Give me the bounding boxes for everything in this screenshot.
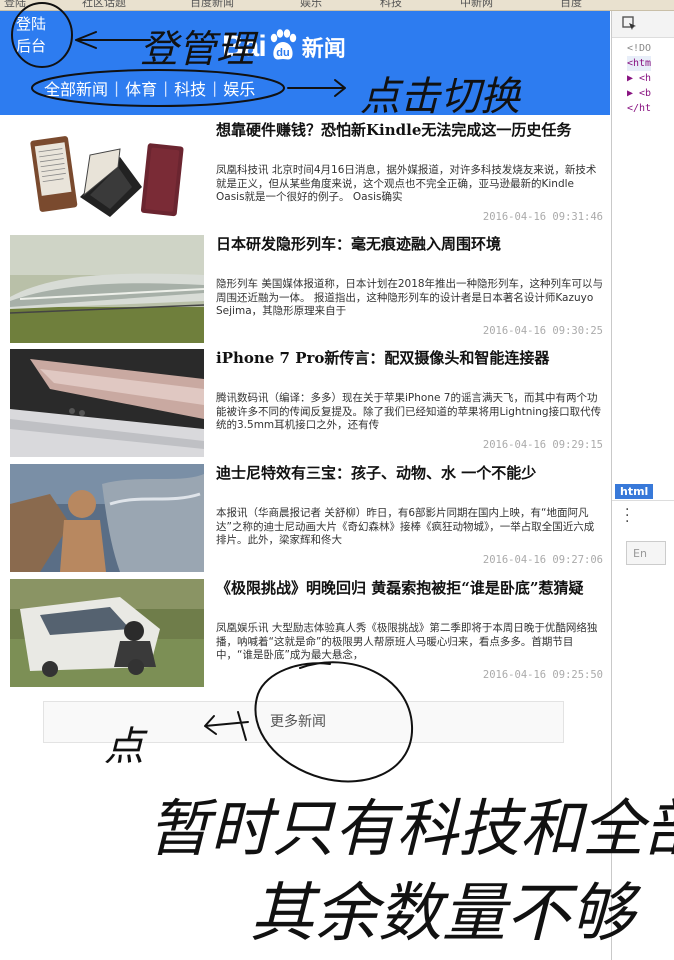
news-thumbnail-train[interactable]: [10, 235, 204, 343]
news-item[interactable]: 《极限挑战》明晚回归 黄磊索抱被拒“谁是卧底”惹猜疑 凤凰娱乐讯 大型励志体验真…: [10, 573, 605, 687]
news-title[interactable]: 迪士尼特效有三宝：孩子、动物、水 一个不能少: [216, 462, 602, 484]
news-timestamp: 2016-04-16 09:30:25: [482, 325, 603, 337]
devtools-breadcrumb[interactable]: html: [615, 484, 654, 499]
news-timestamp: 2016-04-16 09:25:50: [482, 669, 603, 681]
dom-line[interactable]: <htm: [627, 56, 652, 71]
news-item[interactable]: 想靠硬件赚钱？恐怕新Kindle无法完成这一历史任务 凤凰科技讯 北京时间4月1…: [10, 115, 605, 229]
ink-note-line-1: 暂时只有科技和全部: [148, 792, 674, 865]
news-thumbnail-iphone[interactable]: [10, 349, 204, 457]
admin-label: 后台: [16, 37, 47, 55]
dom-line[interactable]: ▶ <h: [627, 71, 651, 86]
news-thumbnail-jungle-book[interactable]: [10, 464, 204, 572]
news-summary: 隐形列车 美国媒体报道称，日本计划在2018年推出一种隐形列车，这种列车可以与周…: [216, 278, 604, 317]
category-nav: 全部新闻 | 体育 | 科技 | 娱乐: [38, 75, 261, 101]
news-title[interactable]: iPhone 7 Pro新传言：配双摄像头和智能连接器: [216, 347, 602, 369]
browser-tab[interactable]: 登陆: [4, 0, 26, 9]
news-timestamp: 2016-04-16 09:29:15: [482, 439, 603, 451]
devtools-filter-input[interactable]: En: [626, 541, 666, 565]
dom-line[interactable]: ▶ <b: [627, 86, 651, 101]
news-thumbnail-kindle[interactable]: [10, 121, 204, 229]
news-summary: 凤凰娱乐讯 大型励志体验真人秀《极限挑战》第二季即将于本周日晚于优酷网络独播，呐…: [216, 622, 598, 661]
browser-tab[interactable]: 社区话题: [82, 0, 126, 9]
svg-text:du: du: [276, 47, 289, 59]
devtools-divider: [612, 500, 674, 501]
page-header: 登陆 后台 Bai du 新闻 全部新闻 | 体育 | 科技 | 娱乐: [0, 11, 610, 115]
news-summary: 本报讯（华商晨报记者 关舒柳）昨日，有6部影片同期在国内上映，有“地面阿凡达”之…: [216, 507, 595, 546]
browser-tab-strip: 登陆 社区话题 百度新闻 娱乐 科技 中新网 百度: [0, 0, 674, 11]
devtools-dom-tree: <!DO <htm ▶ <h ▶ <b </ht: [627, 41, 652, 116]
nav-item-all-news[interactable]: 全部新闻: [38, 76, 114, 100]
more-news-button[interactable]: 更多新闻: [43, 701, 564, 743]
news-timestamp: 2016-04-16 09:27:06: [482, 554, 603, 566]
nav-item-sports[interactable]: 体育: [119, 76, 163, 100]
ink-note-line-2: 其余数量不够: [250, 877, 642, 951]
news-item[interactable]: iPhone 7 Pro新传言：配双摄像头和智能连接器 腾讯数码讯（编译：多多）…: [10, 343, 605, 457]
browser-tab[interactable]: 百度: [560, 0, 582, 9]
paw-icon: du: [268, 29, 298, 65]
browser-tab[interactable]: 中新网: [460, 0, 493, 9]
login-admin-button[interactable]: 登陆 后台: [16, 13, 62, 57]
nav-item-tech[interactable]: 科技: [168, 76, 212, 100]
news-item[interactable]: 日本研发隐形列车：毫无痕迹融入周围环境 隐形列车 美国媒体报道称，日本计划在20…: [10, 229, 605, 343]
browser-tab[interactable]: 科技: [380, 0, 402, 9]
dom-line[interactable]: <!DO: [627, 41, 651, 56]
news-title[interactable]: 《极限挑战》明晚回归 黄磊索抱被拒“谁是卧底”惹猜疑: [216, 577, 602, 599]
news-title[interactable]: 日本研发隐形列车：毫无痕迹融入周围环境: [216, 233, 602, 255]
news-timestamp: 2016-04-16 09:31:46: [482, 211, 603, 223]
inspect-element-icon[interactable]: [622, 16, 638, 32]
dom-line[interactable]: </ht: [627, 101, 651, 116]
browser-tab[interactable]: 娱乐: [300, 0, 322, 9]
news-thumbnail-variety-show[interactable]: [10, 579, 204, 687]
devtools-panel: <!DO <htm ▶ <h ▶ <b </ht html · · · En: [611, 11, 674, 960]
logo-text: Bai: [222, 30, 267, 63]
more-vert-icon[interactable]: · · ·: [625, 503, 629, 529]
news-title[interactable]: 想靠硬件赚钱？恐怕新Kindle无法完成这一历史任务: [216, 119, 602, 141]
news-summary: 腾讯数码讯（编译：多多）现在关于苹果iPhone 7的谣言满天飞，而其中有两个功…: [216, 392, 602, 431]
nav-item-entertainment[interactable]: 娱乐: [217, 76, 261, 100]
devtools-toolbar: [612, 11, 674, 38]
baidu-news-logo: Bai du 新闻: [222, 27, 346, 67]
browser-tab[interactable]: 百度新闻: [190, 0, 234, 9]
login-label: 登陆: [16, 15, 47, 33]
news-item[interactable]: 迪士尼特效有三宝：孩子、动物、水 一个不能少 本报讯（华商晨报记者 关舒柳）昨日…: [10, 458, 605, 572]
news-summary: 凤凰科技讯 北京时间4月16日消息，据外媒报道，对许多科技发烧友来说，新技术就是…: [216, 164, 597, 203]
logo-news-text: 新闻: [301, 37, 346, 62]
